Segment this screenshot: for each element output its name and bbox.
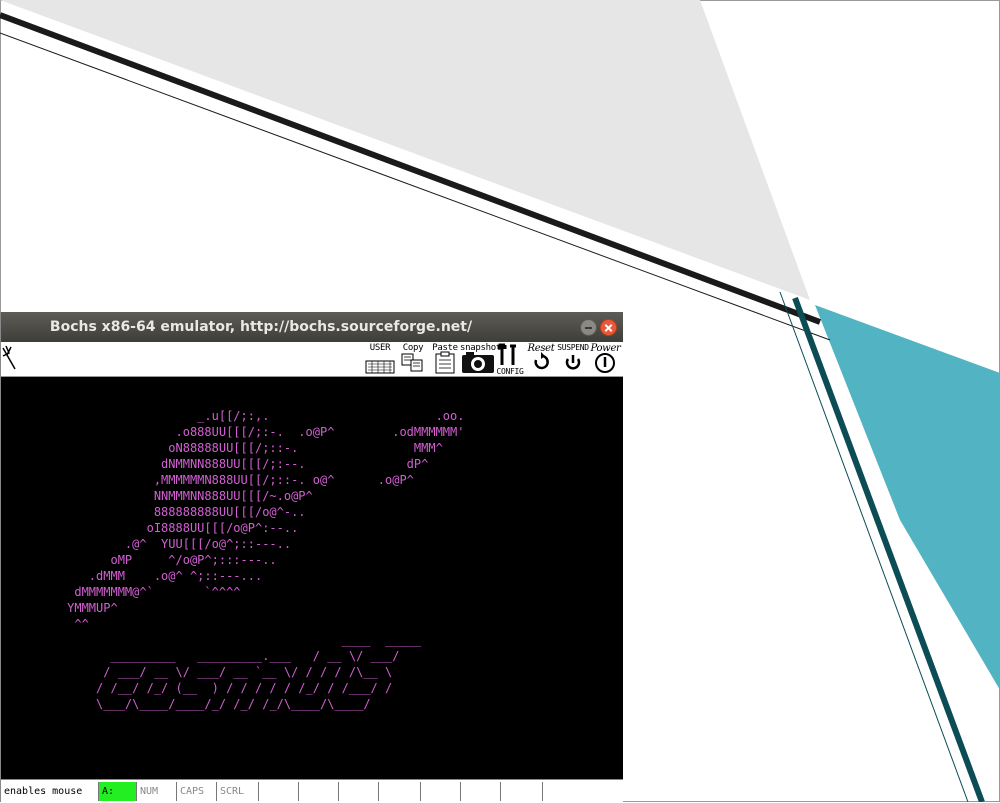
status-slot <box>259 782 299 801</box>
user-button[interactable]: USER <box>363 343 397 375</box>
emulator-screen[interactable]: _.u[[/;:,. .oo. .o888UU[[[/;:-. .o@P^ .o… <box>1 377 623 779</box>
close-button[interactable] <box>600 319 617 336</box>
suspend-icon <box>565 355 581 370</box>
minimize-button[interactable] <box>580 319 597 336</box>
clipboard-icon <box>435 351 455 374</box>
boot-logo-art: _.u[[/;:,. .oo. .o888UU[[[/;:-. .o@P^ .o… <box>67 409 465 711</box>
status-message: enables mouse <box>1 782 99 801</box>
power-button[interactable]: Power <box>589 343 622 375</box>
power-icon <box>595 353 615 373</box>
suspend-button[interactable]: SUSPEND <box>557 343 589 375</box>
window-titlebar[interactable]: Bochs x86-64 emulator, http://bochs.sour… <box>1 312 623 342</box>
config-label: CONFIG <box>496 367 524 376</box>
num-lock-indicator: NUM <box>137 782 177 801</box>
mouse-icon <box>2 345 16 370</box>
caps-lock-indicator: CAPS <box>177 782 217 801</box>
keyboard-icon <box>365 360 395 374</box>
status-slot <box>299 782 339 801</box>
config-button[interactable]: CONFIG <box>495 343 525 376</box>
snapshot-button[interactable]: snapshot <box>460 343 501 375</box>
status-slot <box>461 782 501 801</box>
paste-button[interactable]: Paste <box>431 343 459 375</box>
status-bar: enables mouse A: NUM CAPS SCRL <box>1 779 623 803</box>
status-slot <box>339 782 379 801</box>
scroll-lock-indicator: SCRL <box>217 782 259 801</box>
status-slot <box>421 782 461 801</box>
bochs-window: Bochs x86-64 emulator, http://bochs.sour… <box>0 312 623 803</box>
reset-icon <box>534 352 549 370</box>
mouse-toggle-button[interactable] <box>1 343 23 375</box>
copy-icon <box>401 353 423 372</box>
status-slot <box>379 782 421 801</box>
toolbar: USER Copy Paste snapshot CONFIG Reset SU… <box>1 342 623 377</box>
status-slot <box>501 782 543 801</box>
camera-icon <box>462 352 494 373</box>
copy-button[interactable]: Copy <box>399 343 427 375</box>
reset-button[interactable]: Reset <box>526 343 556 375</box>
window-title: Bochs x86-64 emulator, http://bochs.sour… <box>49 319 473 335</box>
drive-a-indicator: A: <box>99 782 137 801</box>
